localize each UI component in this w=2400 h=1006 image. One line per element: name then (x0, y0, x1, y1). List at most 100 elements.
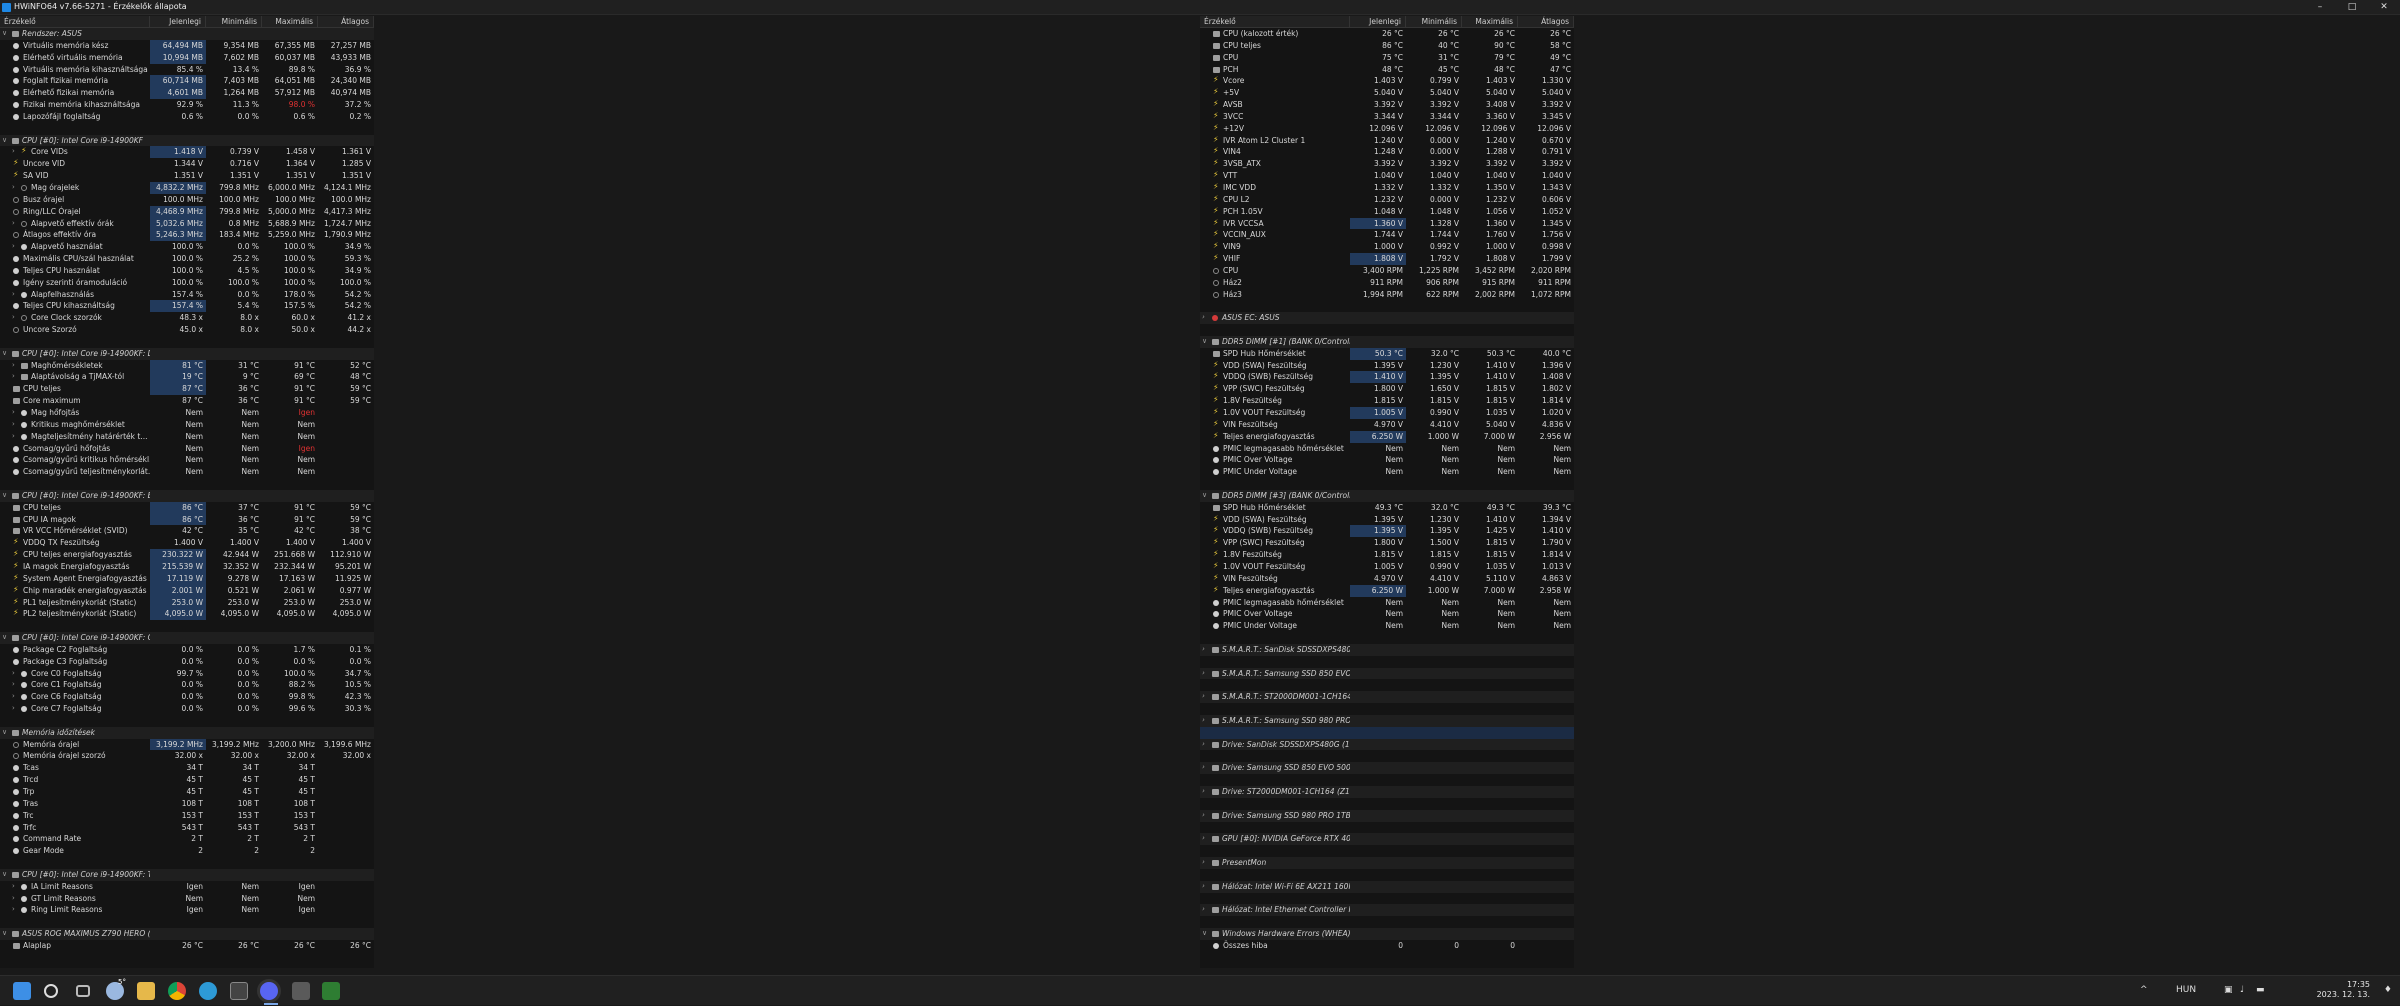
sensor-row[interactable]: CPU (kalozott érték) 26 °C 26 °C 26 °C 26 °C (1200, 28, 1574, 40)
sensor-row[interactable]: Teljes CPU használat 100.0 % 4.5 % 100.0 % 3… (0, 265, 374, 277)
sensor-row[interactable]: ⚡ 1.0V VOUT Feszültség 1.005 V 0.990 V 1.035… (1200, 561, 1574, 573)
sensor-row[interactable]: Uncore Szorzó 45.0 x 8.0 x 50.0 x 44.2 x (0, 324, 374, 336)
sensor-row[interactable]: › Core C6 Foglaltság 0.0 % 0.0 % 99.8 % 42.3 … (0, 691, 374, 703)
expand-chevron-icon[interactable]: › (1202, 762, 1209, 774)
sensor-row[interactable]: ⚡ VIN Feszültség 4.970 V 4.410 V 5.040 V 4.83… (1200, 419, 1574, 431)
sensor-row[interactable]: › Mag órajelek 4,832.2 MHz 799.8 MHz 6,000.0… (0, 181, 374, 194)
sensor-row[interactable]: ⚡ CPU L2 1.232 V 0.000 V 1.232 V 0.606 V (1200, 194, 1574, 206)
sensor-row[interactable]: Átlagos effektív óra 5,246.3 MHz 183.4 MHz… (0, 229, 374, 242)
sensor-row[interactable]: Csomag/gyűrű kritikus hőmérsékl... Nem Nem… (0, 454, 374, 466)
sensor-row[interactable]: ⚡ VPP (SWC) Feszültség 1.800 V 1.650 V 1.815… (1200, 383, 1574, 395)
expand-chevron-icon[interactable]: › (12, 668, 19, 680)
sensor-row[interactable]: SPD Hub Hőmérséklet 49.3 °C 32.0 °C 49.3 °C… (1200, 502, 1574, 514)
collapse-chevron-icon[interactable]: ∨ (1202, 928, 1209, 940)
sensor-row[interactable]: ⚡ +5V 5.040 V 5.040 V 5.040 V 5.040 V (1200, 87, 1574, 99)
sensor-row[interactable]: Csomag/gyűrű hőfojtás Nem Nem Igen (0, 443, 374, 455)
expand-chevron-icon[interactable]: › (1202, 881, 1209, 893)
sensor-row[interactable]: Fizikai memória kihasználtsága 92.9 % 11.3… (0, 99, 374, 111)
sensor-group-row[interactable]: › Drive: Samsung SSD 980 PRO 1TB (S5GXNF0… (1200, 809, 1574, 822)
notification-bell-icon[interactable]: ♦ (2384, 985, 2392, 995)
expand-chevron-icon[interactable]: › (1202, 715, 1209, 727)
expand-chevron-icon[interactable]: › (12, 431, 19, 443)
sensor-row[interactable]: Trcd 45 T 45 T 45 T (0, 774, 374, 786)
sensor-group-row[interactable]: › S.M.A.R.T.: SanDisk SDSSDXPS480G (17AT0… (1200, 643, 1574, 656)
sensor-group-row[interactable]: › GPU [#0]: NVIDIA GeForce RTX 4090 (1200, 833, 1574, 846)
sensor-row[interactable]: Alaplap 26 °C 26 °C 26 °C 26 °C (0, 940, 374, 952)
file-explorer-icon[interactable] (137, 982, 155, 1000)
col-min[interactable]: Minimális (206, 16, 262, 28)
collapse-chevron-icon[interactable]: ∨ (1202, 336, 1209, 348)
sensor-row[interactable]: PMIC legmagasabb hőmérséklet Nem Nem Nem Nem (1200, 443, 1574, 455)
collapse-chevron-icon[interactable]: ∨ (1202, 490, 1209, 502)
sensor-row[interactable]: SPD Hub Hőmérséklet 50.3 °C 32.0 °C 50.3 °C… (1200, 347, 1574, 360)
sensor-row[interactable]: › GT Limit Reasons Nem Nem Nem (0, 893, 374, 905)
sensor-group-row[interactable]: ∨ DDR5 DIMM [#1] (BANK 0/Controller0-DIMM… (1200, 335, 1574, 348)
sensor-row[interactable]: ⚡ 1.8V Feszültség 1.815 V 1.815 V 1.815 V 1.8… (1200, 549, 1574, 561)
expand-chevron-icon[interactable]: › (1202, 644, 1209, 656)
store-icon[interactable] (230, 982, 248, 1000)
minimize-button[interactable]: – (2304, 0, 2336, 15)
hwinfo-icon[interactable] (322, 982, 340, 1000)
sensor-row[interactable]: › Alapfelhasználás 157.4 % 0.0 % 178.0 % 54.2… (0, 289, 374, 301)
volume-icon[interactable]: ♩ (2240, 985, 2244, 995)
collapse-chevron-icon[interactable]: ∨ (2, 632, 9, 644)
col-sensor[interactable]: Érzékelő (1200, 16, 1350, 28)
sensor-group-row[interactable]: ∨ ASUS ROG MAXIMUS Z790 HERO (Nuvoton NCT… (0, 928, 374, 940)
sensor-row[interactable]: ⚡ VDDQ (SWB) Feszültség 1.395 V 1.395 V 1.42… (1200, 525, 1574, 538)
sensor-row[interactable]: › Ring Limit Reasons Igen Nem Igen (0, 904, 374, 916)
sensor-group-row[interactable]: › Hálózat: Intel Wi-Fi 6E AX211 160MHz (1200, 880, 1574, 893)
expand-chevron-icon[interactable]: › (1202, 312, 1209, 324)
expand-chevron-icon[interactable]: › (12, 218, 19, 230)
sensor-row[interactable]: Core maximum 87 °C 36 °C 91 °C 59 °C (0, 395, 374, 407)
sensor-row[interactable]: CPU IA magok 86 °C 36 °C 91 °C 59 °C (0, 513, 374, 526)
expand-chevron-icon[interactable]: › (12, 881, 19, 893)
expand-chevron-icon[interactable]: › (12, 360, 19, 372)
sensor-group-row[interactable]: › ASUS EC: ASUS (1200, 312, 1574, 325)
sensor-row[interactable]: › IA Limit Reasons Igen Nem Igen (0, 881, 374, 893)
sensor-row[interactable]: Busz órajel 100.0 MHz 100.0 MHz 100.0 MHz 10… (0, 194, 374, 206)
collapse-chevron-icon[interactable]: ∨ (2, 727, 9, 739)
clock[interactable]: 17:35 2023. 12. 13. (2317, 980, 2370, 1000)
expand-chevron-icon[interactable]: › (12, 312, 19, 324)
chrome-icon[interactable] (168, 982, 186, 1000)
sensor-row[interactable]: › Core Clock szorzók 48.3 x 8.0 x 60.0 x 41.2… (0, 312, 374, 324)
sensor-row[interactable]: › Kritikus maghőmérséklet Nem Nem Nem (0, 419, 374, 431)
search-icon[interactable] (44, 984, 58, 998)
maximize-button[interactable]: □ (2336, 0, 2368, 15)
battery-icon[interactable]: ▬ (2256, 985, 2265, 995)
col-max[interactable]: Maximális (262, 16, 318, 28)
sensor-row[interactable]: Virtuális memória kész 64,494 MB 9,354 MB 6… (0, 39, 374, 52)
sensor-row[interactable]: ⚡ VDD (SWA) Feszültség 1.395 V 1.230 V 1.410… (1200, 514, 1574, 526)
expand-chevron-icon[interactable]: › (1202, 691, 1209, 703)
col-sensor[interactable]: Érzékelő (0, 16, 150, 28)
sensor-group-row[interactable]: ∨ Windows Hardware Errors (WHEA) (1200, 928, 1574, 940)
sensor-row[interactable]: PMIC legmagasabb hőmérséklet Nem Nem Nem Nem (1200, 597, 1574, 609)
sensor-row[interactable]: › Mag hőfojtás Nem Nem Igen (0, 407, 374, 419)
edge-icon[interactable] (199, 982, 217, 1000)
sensor-row[interactable]: ⚡ VDDQ (SWB) Feszültség 1.410 V 1.395 V 1.41… (1200, 371, 1574, 384)
sensor-row[interactable]: Package C2 Foglaltság 0.0 % 0.0 % 1.7 % 0.1 … (0, 644, 374, 656)
sensor-group-row[interactable]: ∨ Memória időzítések (0, 726, 374, 739)
sensor-row[interactable]: ⚡ Chip maradék energiafogyasztás 2.001 W 0.… (0, 584, 374, 597)
expand-chevron-icon[interactable]: › (1202, 904, 1209, 916)
expand-chevron-icon[interactable]: › (1202, 857, 1209, 869)
sensor-row[interactable]: ⚡ CPU teljes energiafogyasztás 230.322 W 42… (0, 549, 374, 561)
expand-chevron-icon[interactable]: › (12, 703, 19, 715)
sensor-row[interactable]: ⚡ 1.8V Feszültség 1.815 V 1.815 V 1.815 V 1.8… (1200, 395, 1574, 407)
task-view-icon[interactable] (76, 985, 90, 997)
sensor-group-row[interactable]: › Drive: SanDisk SDSSDXPS480G (17AT056002… (1200, 738, 1574, 751)
sensor-row[interactable]: › Alapvető effektív órák 5,032.6 MHz 0.8 MH… (0, 217, 374, 230)
sensor-row[interactable]: › Core C7 Foglaltság 0.0 % 0.0 % 99.6 % 30.3 … (0, 703, 374, 715)
sensor-row[interactable]: Ház3 1,994 RPM 622 RPM 2,002 RPM 1,072 RPM (1200, 289, 1574, 301)
expand-chevron-icon[interactable]: › (1202, 810, 1209, 822)
language-indicator[interactable]: HUN (2176, 985, 2196, 995)
sensor-row[interactable]: CPU teljes 86 °C 37 °C 91 °C 59 °C (0, 501, 374, 514)
sensor-row[interactable]: Elérhető fizikai memória 4,601 MB 1,264 MB… (0, 87, 374, 100)
collapse-chevron-icon[interactable]: ∨ (2, 135, 9, 147)
sensor-row[interactable]: ⚡ VPP (SWC) Feszültség 1.800 V 1.500 V 1.815… (1200, 537, 1574, 549)
sensor-row[interactable]: Igény szerinti óramoduláció 100.0 % 100.0 … (0, 277, 374, 289)
expand-chevron-icon[interactable]: › (12, 289, 19, 301)
collapse-chevron-icon[interactable]: ∨ (2, 869, 9, 881)
col-avg[interactable]: Átlagos (318, 16, 374, 28)
sensor-group-row[interactable]: › Drive: Samsung SSD 850 EVO 500GB (S3R3N… (1200, 762, 1574, 775)
